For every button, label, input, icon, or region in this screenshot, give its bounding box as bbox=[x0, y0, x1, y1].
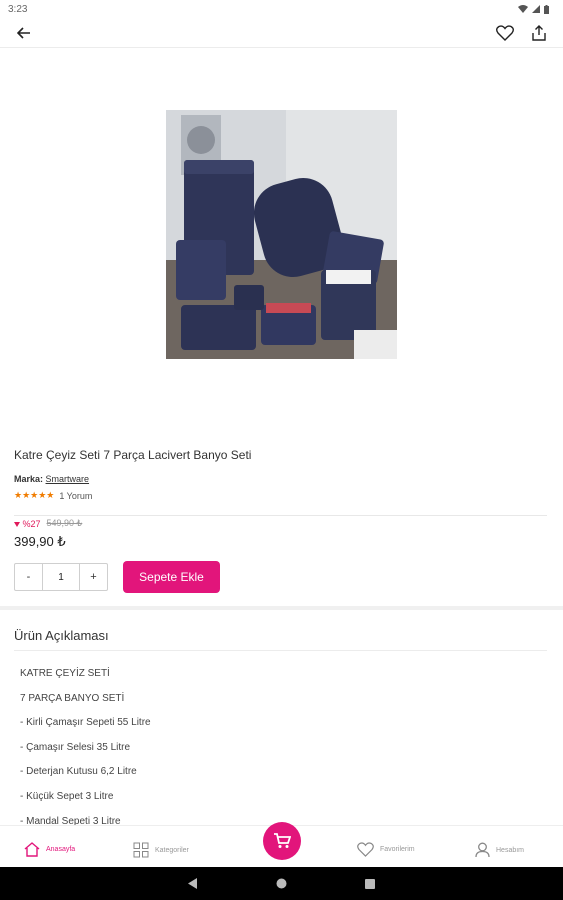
old-price: 549,90 ₺ bbox=[46, 518, 83, 528]
product-photo-illustration bbox=[166, 110, 397, 359]
rating-row[interactable]: ★★★★★ 1 Yorum bbox=[14, 490, 92, 501]
review-count[interactable]: 1 Yorum bbox=[59, 491, 92, 501]
app-bar bbox=[0, 18, 563, 48]
nav-account[interactable]: Hesabım bbox=[475, 842, 524, 858]
nav-favorites[interactable]: Favorilerim bbox=[357, 842, 415, 857]
status-time: 3:23 bbox=[8, 3, 28, 15]
status-icons bbox=[518, 4, 549, 14]
share-button[interactable] bbox=[529, 23, 549, 43]
brand-row: Marka: Smartware bbox=[14, 474, 89, 484]
wifi-icon bbox=[518, 5, 528, 13]
description-line: - Kirli Çamaşır Sepeti 55 Litre bbox=[20, 717, 151, 729]
grid-icon bbox=[133, 842, 149, 858]
favorite-button[interactable] bbox=[495, 23, 515, 43]
description-line: 7 PARÇA BANYO SETİ bbox=[20, 692, 125, 704]
arrow-left-icon bbox=[17, 26, 30, 39]
down-arrow-icon bbox=[14, 521, 20, 527]
system-recents-button[interactable] bbox=[365, 878, 375, 889]
nav-categories[interactable]: Kategoriler bbox=[133, 842, 189, 858]
user-icon bbox=[475, 842, 490, 858]
square-recents-icon bbox=[365, 878, 375, 889]
section-divider bbox=[0, 606, 563, 610]
bottom-navigation: Anasayfa Kategoriler Favorilerim Hesabım bbox=[0, 822, 563, 867]
product-detail-content[interactable]: Katre Çeyiz Seti 7 Parça Lacivert Banyo … bbox=[0, 48, 563, 825]
brand-link[interactable]: Smartware bbox=[46, 474, 90, 484]
cart-button[interactable] bbox=[263, 822, 301, 860]
heart-icon bbox=[496, 24, 514, 41]
triangle-back-icon bbox=[188, 878, 197, 889]
quantity-value[interactable]: 1 bbox=[42, 564, 80, 590]
add-to-cart-button[interactable]: Sepete Ekle bbox=[123, 561, 220, 593]
quantity-decrease-button[interactable]: - bbox=[15, 564, 42, 590]
product-image[interactable] bbox=[166, 110, 397, 359]
description-divider bbox=[14, 650, 547, 651]
nav-home-label: Anasayfa bbox=[46, 846, 76, 853]
share-icon bbox=[532, 24, 546, 41]
quantity-stepper: - 1 + bbox=[14, 563, 108, 591]
system-navigation-bar bbox=[0, 867, 563, 900]
star-rating: ★★★★★ bbox=[14, 490, 55, 500]
description-line: - Küçük Sepet 3 Litre bbox=[20, 790, 114, 802]
description-heading: Ürün Açıklaması bbox=[14, 628, 109, 643]
price-old-row: %27 549,90 ₺ bbox=[14, 518, 82, 529]
circle-home-icon bbox=[276, 878, 287, 889]
nav-account-label: Hesabım bbox=[496, 846, 525, 854]
discount-badge: %27 bbox=[14, 519, 41, 529]
divider bbox=[14, 515, 547, 516]
cart-icon bbox=[274, 833, 291, 848]
nav-favorites-label: Favorilerim bbox=[380, 846, 415, 853]
back-button[interactable] bbox=[14, 23, 34, 43]
product-title: Katre Çeyiz Seti 7 Parça Lacivert Banyo … bbox=[14, 448, 252, 462]
nav-categories-label: Kategoriler bbox=[155, 846, 189, 854]
system-back-button[interactable] bbox=[188, 878, 198, 889]
current-price: 399,90 ₺ bbox=[14, 534, 66, 549]
description-line: - Deterjan Kutusu 6,2 Litre bbox=[20, 766, 137, 778]
heart-outline-icon bbox=[357, 842, 374, 857]
quantity-increase-button[interactable]: + bbox=[80, 564, 107, 590]
status-bar: 3:23 bbox=[0, 0, 563, 18]
description-list: KATRE ÇEYİZ SETİ 7 PARÇA BANYO SETİ - Ki… bbox=[20, 662, 151, 825]
battery-icon bbox=[544, 4, 549, 14]
description-line: - Mandal Sepeti 3 Litre bbox=[20, 815, 121, 825]
description-line: KATRE ÇEYİZ SETİ bbox=[20, 668, 110, 679]
system-home-button[interactable] bbox=[276, 878, 287, 889]
nav-home[interactable]: Anasayfa bbox=[24, 842, 75, 857]
signal-icon bbox=[532, 5, 540, 13]
home-icon bbox=[24, 842, 40, 857]
discount-value: %27 bbox=[22, 518, 41, 529]
brand-label: Marka: bbox=[14, 474, 44, 484]
description-line: - Çamaşır Selesi 35 Litre bbox=[20, 741, 131, 753]
